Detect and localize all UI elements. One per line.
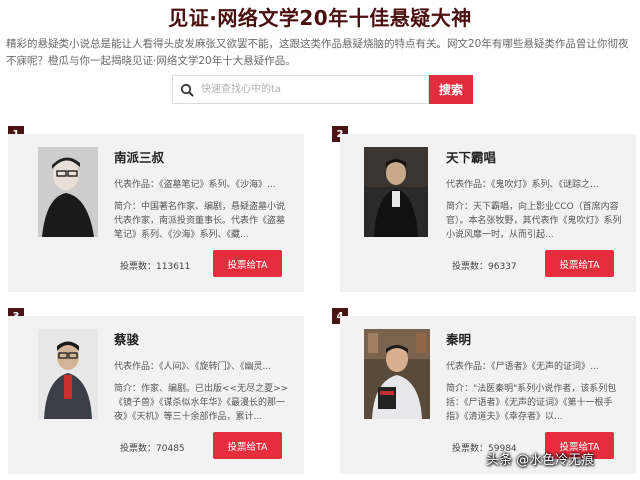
author-card-2: 天下霸唱 代表作品：《鬼吹灯》系列、《谜踪之... 简介：天下霸唱，向上影业CC… (340, 134, 636, 292)
vote-count-label: 投票数： (120, 444, 157, 454)
author-name[interactable]: 天下霸唱 (446, 147, 496, 166)
author-name[interactable]: 蔡骏 (114, 329, 139, 348)
author-bio: 简介：作家、编剧。已出版<<无尽之夏>>《镜子兽》《谋杀似水年华》《最漫长的那一… (114, 384, 289, 422)
vote-button[interactable]: 投票给TA (213, 432, 282, 459)
vote-count-label: 投票数： (452, 444, 489, 454)
vote-count: 投票数：96337 (452, 259, 517, 272)
search-input[interactable] (201, 76, 421, 103)
author-bio: 简介：天下霸唱，向上影业CCO（首席内容官）。本名张牧野，其代表作《鬼吹灯》系列… (446, 202, 622, 240)
vote-count: 投票数：113611 (120, 259, 190, 272)
author-photo (38, 147, 98, 237)
author-photo (364, 147, 428, 237)
author-photo (38, 329, 98, 419)
author-works: 代表作品：《人间》、《旋转门》、《幽灵... (114, 362, 272, 372)
vote-count: 投票数：70485 (120, 441, 185, 454)
author-works: 代表作品：《盗墓笔记》系列、《沙海》... (114, 180, 276, 190)
author-works: 代表作品：《尸语者》《无声的证词》... (446, 362, 599, 372)
author-name[interactable]: 南派三叔 (114, 147, 164, 166)
search-button[interactable]: 搜索 (429, 75, 473, 104)
search-box (172, 75, 429, 104)
author-card-1: 南派三叔 代表作品：《盗墓笔记》系列、《沙海》... 简介：中国著名作家、编剧，… (8, 134, 304, 292)
search-icon (173, 76, 201, 103)
vote-button[interactable]: 投票给TA (213, 250, 282, 277)
author-name[interactable]: 秦明 (446, 329, 471, 348)
author-bio: 简介："法医秦明"系列小说作者，该系列包括：《尸语者》《无声的证词》《第十一根手… (446, 384, 617, 422)
author-card-3: 蔡骏 代表作品：《人间》、《旋转门》、《幽灵... 简介：作家、编剧。已出版<<… (8, 316, 304, 474)
author-bio: 简介：中国著名作家、编剧，悬疑盗墓小说代表作家，南派投资董事长。代表作《盗墓笔记… (114, 202, 286, 240)
watermark: 头条 @水色冷无痕 (486, 453, 595, 468)
vote-count-value: 113611 (156, 262, 191, 272)
page-intro: 精彩的悬疑类小说总是能让人看得头皮发麻张又欲罢不能，这跟这类作品悬疑烧脑的特点有… (6, 38, 629, 67)
vote-count-value: 70485 (156, 444, 185, 454)
author-photo (364, 329, 430, 419)
author-works: 代表作品：《鬼吹灯》系列、《谜踪之... (446, 180, 599, 190)
vote-count-label: 投票数： (120, 262, 157, 272)
vote-button[interactable]: 投票给TA (545, 250, 614, 277)
vote-count-value: 96337 (488, 262, 517, 272)
vote-count-label: 投票数： (452, 262, 489, 272)
page-title: 见证·网络文学20年十佳悬疑大神 (168, 6, 472, 30)
